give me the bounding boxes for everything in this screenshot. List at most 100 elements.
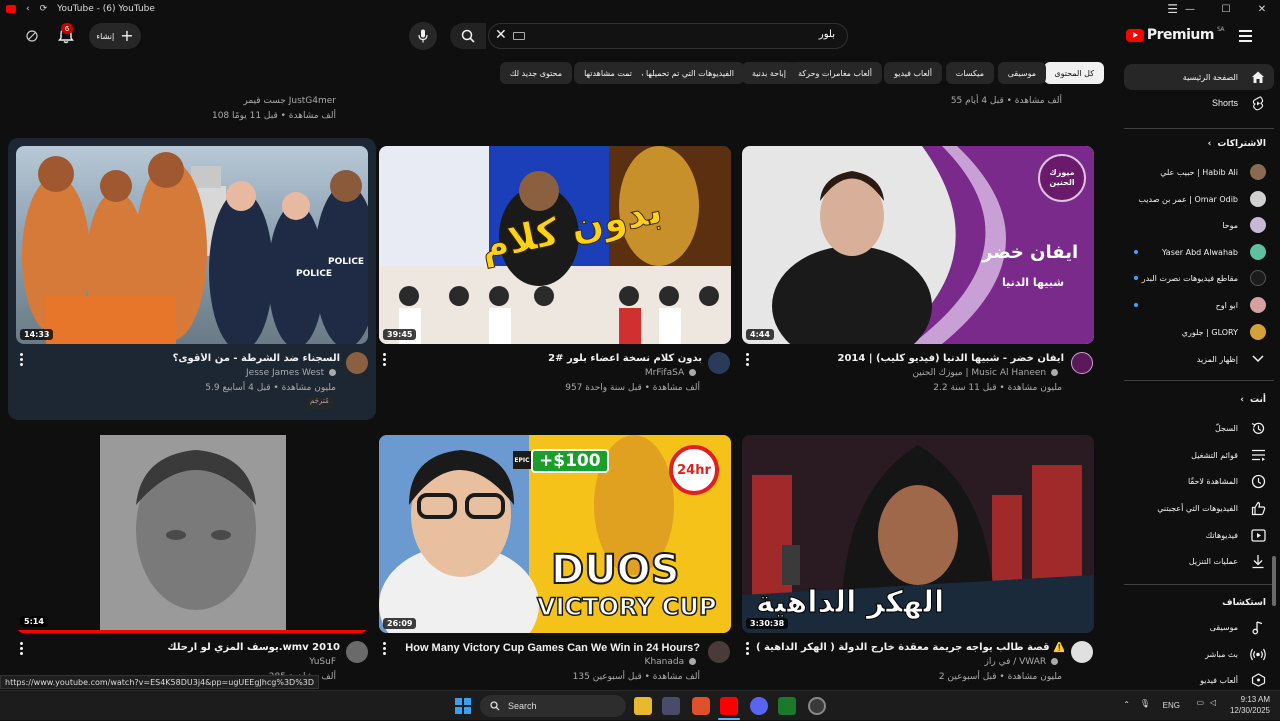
network-icon[interactable]: ▭ bbox=[1196, 698, 1204, 707]
sidebar-item-label: المشاهدة لاحقًا bbox=[1187, 476, 1238, 486]
video-menu-icon[interactable] bbox=[20, 353, 24, 368]
channel-avatar[interactable] bbox=[1071, 352, 1093, 374]
sidebar-subscription[interactable]: ابو اوح bbox=[1124, 292, 1274, 318]
windows-start-icon[interactable] bbox=[455, 698, 471, 714]
channel-avatar[interactable] bbox=[1071, 641, 1093, 663]
terminal-icon[interactable] bbox=[778, 697, 796, 715]
video-channel[interactable]: YuSuF bbox=[30, 657, 336, 667]
search-query[interactable]: بلور bbox=[819, 29, 835, 40]
thumbnail-cup-text: VICTORY CUP bbox=[536, 592, 717, 622]
partial-channel[interactable]: جست قيمر JustG4mer bbox=[200, 96, 336, 106]
sidebar-item-watch-later[interactable]: المشاهدة لاحقًا bbox=[1124, 468, 1274, 494]
chip-gaming[interactable]: ألعاب فيديو bbox=[884, 62, 942, 84]
history-icon bbox=[1250, 420, 1266, 436]
close-button[interactable]: ✕ bbox=[1244, 0, 1280, 18]
video-thumbnail[interactable]: POLICE POLICE 14:33 bbox=[16, 146, 368, 344]
channel-avatar[interactable] bbox=[708, 641, 730, 663]
chip-action-adventure[interactable]: ألعاب مغامرات وحركة bbox=[788, 62, 882, 84]
sidebar-item-your-videos[interactable]: فيديوهاتك bbox=[1124, 522, 1274, 548]
video-title[interactable]: بدون كلام نسخة اعضاء بلور #2 bbox=[394, 353, 702, 364]
app-icon[interactable] bbox=[808, 697, 826, 715]
search-input[interactable]: ✕ بلور bbox=[488, 23, 848, 49]
video-menu-icon[interactable] bbox=[746, 353, 750, 368]
youtube-taskbar-icon[interactable] bbox=[720, 697, 738, 715]
video-channel[interactable]: في راز / VWAR bbox=[756, 657, 1058, 667]
chip-fitness[interactable]: إباحة بدنية bbox=[741, 62, 796, 84]
sidebar-subscription[interactable]: عمر بن صديب | Omar Odib bbox=[1124, 186, 1274, 212]
store-icon[interactable] bbox=[662, 697, 680, 715]
video-menu-icon[interactable] bbox=[746, 642, 750, 657]
minimize-button[interactable]: — bbox=[1172, 0, 1208, 18]
video-thumbnail[interactable]: EPIC +$100 24hr DUOS VICTORY CUP 26:09 bbox=[379, 435, 731, 633]
sidebar-subscription[interactable]: حبيب علي | Habib Ali bbox=[1124, 159, 1274, 185]
chip-mixes[interactable]: ميكسات bbox=[945, 62, 994, 84]
language-indicator[interactable]: ENG bbox=[1163, 701, 1180, 710]
video-channel[interactable]: Khanada bbox=[394, 657, 696, 667]
sidebar-item-history[interactable]: السجلّ bbox=[1124, 415, 1274, 441]
file-explorer-icon[interactable] bbox=[634, 697, 652, 715]
sidebar-item-downloads[interactable]: عمليات التنزيل bbox=[1124, 548, 1274, 574]
maximize-button[interactable]: ☐ bbox=[1208, 0, 1244, 18]
sidebar-item-live[interactable]: بث مباشر bbox=[1124, 641, 1274, 667]
subscriptions-header[interactable]: ‹ الاشتراكات bbox=[1208, 139, 1266, 149]
chip-music[interactable]: موسيقى bbox=[997, 62, 1046, 84]
channel-avatar[interactable] bbox=[346, 641, 368, 663]
video-thumbnail[interactable]: 5:14 bbox=[16, 435, 368, 633]
video-title[interactable]: How Many Victory Cup Games Can We Win in… bbox=[394, 642, 700, 654]
channel-avatar[interactable] bbox=[346, 352, 368, 374]
mic-tray-icon[interactable]: 🎙 bbox=[1140, 699, 1150, 708]
video-channel[interactable]: Jesse James West bbox=[30, 368, 336, 378]
video-menu-icon[interactable] bbox=[383, 642, 387, 657]
chip-new-to-you[interactable]: محتوى جديد لك bbox=[499, 62, 572, 84]
video-thumbnail[interactable]: بدون كلام 39:45 bbox=[379, 146, 731, 344]
explore-header: استكشاف bbox=[1222, 598, 1266, 608]
sidebar-item-liked[interactable]: الفيديوهات التي أعجبتني bbox=[1124, 495, 1274, 521]
channel-avatar[interactable] bbox=[708, 352, 730, 374]
brave-browser-icon[interactable] bbox=[692, 697, 710, 715]
search-button[interactable] bbox=[450, 23, 486, 49]
video-title[interactable]: ايفان خضر - شبيها الدنيا (فيديو كليب) | … bbox=[756, 353, 1065, 364]
create-button[interactable]: إنشاء + bbox=[89, 23, 141, 49]
voice-search-button[interactable] bbox=[409, 22, 437, 50]
video-menu-icon[interactable] bbox=[20, 642, 24, 657]
video-title[interactable]: يوسف المزي لو ارحلك.wmv 2010 bbox=[30, 642, 340, 653]
video-menu-icon[interactable] bbox=[383, 353, 387, 368]
taskbar-search[interactable]: Search bbox=[480, 695, 626, 717]
sidebar-show-more[interactable]: إظهار المزيد bbox=[1124, 346, 1274, 372]
chip-watched[interactable]: تمت مشاهدتها bbox=[574, 62, 642, 84]
verified-icon bbox=[1051, 658, 1058, 665]
sidebar-subscription[interactable]: Yaser Abd Alwahab bbox=[1124, 239, 1274, 265]
sidebar-subscription[interactable]: جلوري | GLORY bbox=[1124, 319, 1274, 345]
clock[interactable]: 9:13 AM 12/30/2025 bbox=[1230, 694, 1270, 716]
notifications-button[interactable]: 6 bbox=[58, 23, 74, 47]
video-thumbnail[interactable]: الهكر الداهية 3:30:38 bbox=[742, 435, 1094, 633]
volume-icon[interactable]: ◁ bbox=[1210, 698, 1216, 707]
video-title[interactable]: السجناء ضد الشرطة - من الأقوى؟ bbox=[30, 353, 340, 364]
sidebar-item-shorts[interactable]: Shorts bbox=[1124, 90, 1274, 116]
discord-icon[interactable] bbox=[750, 697, 768, 715]
sidebar-item-music[interactable]: موسيقى bbox=[1124, 614, 1274, 640]
clear-search-icon[interactable]: ✕ bbox=[495, 27, 507, 43]
page-scrollbar-thumb[interactable] bbox=[1272, 556, 1276, 606]
video-channel[interactable]: MrFifaSA bbox=[394, 368, 696, 378]
reload-icon[interactable]: ⟳ bbox=[40, 4, 48, 14]
sidebar-item-label: السجلّ bbox=[1214, 423, 1238, 433]
verified-icon bbox=[689, 658, 696, 665]
video-title[interactable]: قصة طالب يواجه جريمة معقدة خارج الدولة (… bbox=[756, 642, 1064, 653]
sidebar-subscription[interactable]: مقاطع فيديوهات نصرت البدر bbox=[1124, 265, 1274, 291]
video-thumbnail[interactable]: ميوزك الحنين ايفان خضر شبيها الدنيا 4:44 bbox=[742, 146, 1094, 344]
sidebar-item-home[interactable]: الصفحة الرئيسية bbox=[1124, 64, 1274, 90]
account-avatar-icon[interactable] bbox=[18, 22, 46, 50]
chip-all[interactable]: كل المحتوى bbox=[1044, 62, 1104, 84]
youtube-premium-logo[interactable]: Premium SA bbox=[1125, 26, 1225, 43]
tray-overflow-icon[interactable]: ⌃ bbox=[1123, 700, 1130, 709]
back-icon[interactable]: ‹ bbox=[26, 4, 30, 14]
sidebar-item-playlists[interactable]: قوائم التشغيل bbox=[1124, 442, 1274, 468]
guide-menu-icon[interactable] bbox=[1239, 30, 1252, 45]
badge-label: مُترجَم bbox=[310, 397, 329, 405]
you-header[interactable]: ‹ أنت bbox=[1240, 395, 1266, 405]
keyboard-icon[interactable] bbox=[513, 32, 525, 40]
sidebar-subscription[interactable]: موحا bbox=[1124, 212, 1274, 238]
verified-icon bbox=[329, 369, 336, 376]
video-channel[interactable]: ميوزك الحنين | Music Al Haneen bbox=[756, 368, 1058, 378]
